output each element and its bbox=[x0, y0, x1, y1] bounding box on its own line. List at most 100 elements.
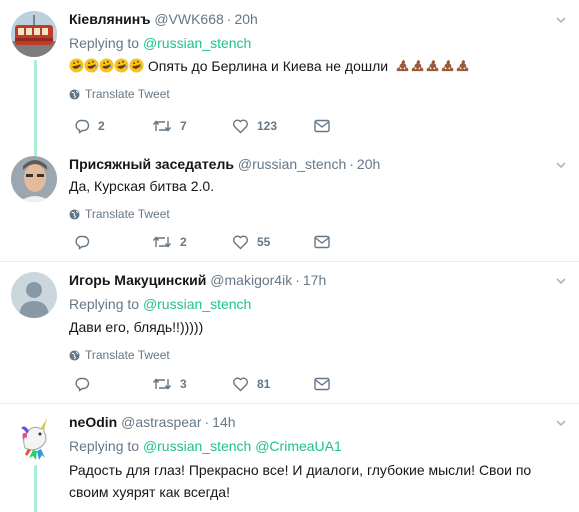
timestamp[interactable]: 14h bbox=[212, 414, 235, 430]
mention-link[interactable]: @russian_stench bbox=[143, 35, 251, 51]
replying-to: Replying to @russian_stench @CrimeaUA1 bbox=[69, 437, 569, 455]
laughing-emoji-group bbox=[69, 58, 148, 74]
translate-label: Translate Tweet bbox=[85, 207, 170, 221]
heart-icon bbox=[233, 119, 248, 134]
envelope-icon bbox=[314, 377, 330, 391]
rofl-emoji-icon bbox=[99, 58, 114, 73]
tweet-actions: 2 55 bbox=[74, 234, 330, 250]
avatar[interactable] bbox=[11, 11, 57, 57]
separator-dot: · bbox=[295, 272, 300, 288]
avatar[interactable] bbox=[11, 156, 57, 202]
translate-tweet-link[interactable]: Translate Tweet bbox=[69, 348, 569, 362]
tweet-actions: 3 81 bbox=[74, 376, 330, 392]
tweet-header: neOdin @astraspear · 14h bbox=[69, 413, 569, 431]
mention-link[interactable]: @russian_stench bbox=[143, 438, 251, 454]
translate-tweet-link[interactable]: Translate Tweet bbox=[69, 207, 569, 221]
chevron-down-icon[interactable] bbox=[555, 417, 567, 429]
translate-label: Translate Tweet bbox=[85, 87, 170, 101]
retweet-button[interactable]: 3 bbox=[152, 376, 232, 392]
retweet-count: 2 bbox=[180, 235, 187, 249]
mention-link[interactable]: @russian_stench bbox=[143, 296, 251, 312]
like-button[interactable]: 123 bbox=[232, 118, 314, 134]
poop-emoji-icon bbox=[426, 59, 439, 72]
reply-icon bbox=[75, 377, 90, 392]
reply-button[interactable]: 2 bbox=[74, 118, 152, 134]
reply-icon bbox=[75, 235, 90, 250]
mention-link[interactable]: @CrimeaUA1 bbox=[255, 438, 342, 454]
direct-message-button[interactable] bbox=[314, 119, 330, 133]
reply-icon bbox=[75, 119, 90, 134]
translate-tweet-link[interactable]: Translate Tweet bbox=[69, 87, 569, 101]
tweet-body: Радость для глаз! Прекрасно все! И диало… bbox=[69, 462, 532, 500]
globe-icon bbox=[69, 208, 80, 220]
rofl-emoji-icon bbox=[84, 58, 99, 73]
display-name[interactable]: Присяжный заседатель bbox=[69, 156, 234, 172]
heart-icon bbox=[233, 235, 248, 250]
rofl-emoji-icon bbox=[129, 58, 144, 73]
retweet-button[interactable]: 2 bbox=[152, 234, 232, 250]
timestamp[interactable]: 20h bbox=[357, 156, 380, 172]
tweet-header: Игорь Макуцинский @makigor4ik · 17h bbox=[69, 271, 569, 289]
timestamp[interactable]: 17h bbox=[303, 272, 326, 288]
poop-emoji-group bbox=[395, 58, 470, 74]
user-handle[interactable]: @astraspear bbox=[121, 414, 201, 430]
retweet-button[interactable]: 7 bbox=[152, 118, 232, 134]
chevron-down-icon[interactable] bbox=[555, 275, 567, 287]
retweet-count: 7 bbox=[180, 119, 187, 133]
poop-emoji-icon bbox=[411, 59, 424, 72]
display-name[interactable]: neOdin bbox=[69, 414, 117, 430]
rofl-emoji-icon bbox=[114, 58, 129, 73]
tweet-header: Присяжный заседатель @russian_stench · 20h bbox=[69, 155, 569, 173]
envelope-icon bbox=[314, 235, 330, 249]
replying-to-label: Replying to bbox=[69, 296, 140, 312]
chevron-down-icon[interactable] bbox=[555, 14, 567, 26]
envelope-icon bbox=[314, 119, 330, 133]
direct-message-button[interactable] bbox=[314, 377, 330, 391]
like-count: 55 bbox=[257, 235, 271, 249]
tweet[interactable]: Кіевлянинъ @VWK668 · 20h Replying to @russ… bbox=[0, 0, 579, 146]
display-name[interactable]: Игорь Макуцинский bbox=[69, 272, 206, 288]
tweet-body: Да, Курская битва 2.0. bbox=[69, 178, 215, 194]
user-handle[interactable]: @makigor4ik bbox=[210, 272, 292, 288]
avatar[interactable] bbox=[11, 414, 57, 460]
tweet[interactable]: Игорь Макуцинский @makigor4ik · 17h Replyi… bbox=[0, 262, 579, 402]
direct-message-button[interactable] bbox=[314, 235, 330, 249]
tweet-body: Опять до Берлина и Киева не дошли bbox=[147, 58, 389, 74]
reply-button[interactable] bbox=[74, 234, 152, 250]
reply-count: 2 bbox=[98, 119, 105, 133]
globe-icon bbox=[69, 88, 80, 100]
tweet[interactable]: neOdin @astraspear · 14h Replying to @russ… bbox=[0, 404, 579, 512]
poop-emoji-icon bbox=[441, 59, 454, 72]
like-count: 81 bbox=[257, 377, 271, 391]
chevron-down-icon[interactable] bbox=[555, 159, 567, 171]
translate-label: Translate Tweet bbox=[85, 348, 170, 362]
heart-icon bbox=[233, 377, 248, 392]
tweet-body: Дави его, блядь!!))))) bbox=[69, 319, 204, 335]
tweet-text: Опять до Берлина и Киева не дошли bbox=[69, 55, 569, 77]
separator-dot: · bbox=[204, 414, 210, 430]
replying-to-label: Replying to bbox=[69, 438, 140, 454]
separator-dot: · bbox=[349, 156, 354, 172]
like-button[interactable]: 81 bbox=[232, 376, 314, 392]
rofl-emoji-icon bbox=[69, 58, 84, 73]
retweet-icon bbox=[152, 120, 172, 132]
user-handle[interactable]: @russian_stench bbox=[238, 156, 346, 172]
replying-to: Replying to @russian_stench bbox=[69, 34, 569, 52]
like-button[interactable]: 55 bbox=[232, 234, 314, 250]
globe-icon bbox=[69, 349, 80, 361]
separator-dot: · bbox=[226, 11, 232, 27]
like-count: 123 bbox=[257, 119, 278, 133]
tweet-actions: 2 7 123 bbox=[74, 118, 330, 134]
display-name[interactable]: Кіевлянинъ bbox=[69, 11, 150, 27]
reply-button[interactable] bbox=[74, 376, 152, 392]
avatar[interactable] bbox=[11, 272, 57, 318]
retweet-icon bbox=[152, 236, 172, 248]
tweet[interactable]: Присяжный заседатель @russian_stench · 20h… bbox=[0, 146, 579, 261]
replying-to: Replying to @russian_stench bbox=[69, 295, 569, 313]
retweet-icon bbox=[152, 378, 172, 390]
tweet-header: Кіевлянинъ @VWK668 · 20h bbox=[69, 10, 569, 28]
poop-emoji-icon bbox=[456, 59, 469, 72]
user-handle[interactable]: @VWK668 bbox=[154, 11, 223, 27]
timestamp[interactable]: 20h bbox=[234, 11, 257, 27]
poop-emoji-icon bbox=[396, 59, 409, 72]
